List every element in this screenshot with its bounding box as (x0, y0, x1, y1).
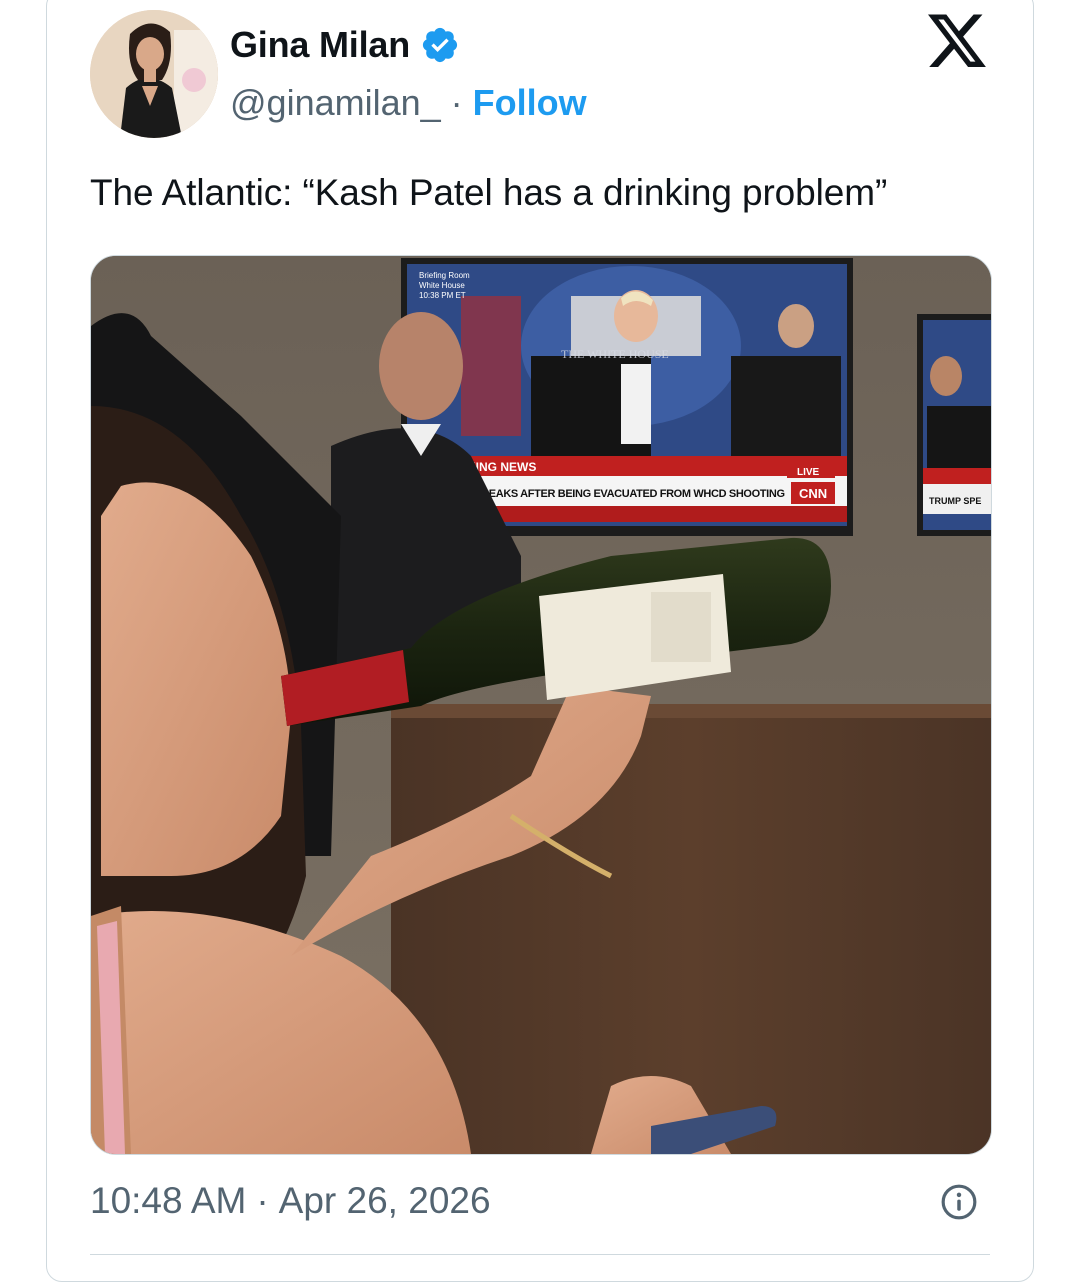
tv-corner-line-3: 10:38 PM ET (419, 291, 466, 300)
author-name-row: Gina Milan (230, 24, 460, 66)
tv2-headline: TRUMP SPE (929, 496, 981, 506)
tweet-photo[interactable]: BREAKING NEWS TRUMP SPEAKS AFTER BEING E… (90, 255, 992, 1155)
tv-live-badge: LIVE (797, 467, 820, 478)
tv-corner-line-2: White House (419, 281, 465, 290)
tv-network-logo: CNN (799, 486, 827, 501)
author-display-name[interactable]: Gina Milan (230, 24, 410, 66)
info-icon[interactable] (940, 1183, 978, 1221)
tweet-timestamp[interactable]: 10:48 AM · Apr 26, 2026 (90, 1180, 491, 1222)
separator-dot: · (256, 1180, 269, 1221)
author-handle-row: @ginamilan_ · Follow (230, 82, 587, 124)
verified-badge-icon (422, 27, 458, 63)
tweet-time: 10:48 AM (90, 1180, 247, 1221)
divider (90, 1254, 990, 1255)
tv-corner-line-1: Briefing Room (419, 271, 470, 280)
avatar[interactable] (90, 10, 218, 138)
tv-screen-secondary: TRUMP SPE (917, 314, 991, 536)
follow-button[interactable]: Follow (473, 82, 587, 124)
separator-dot: · (450, 82, 463, 123)
tweet-date: Apr 26, 2026 (278, 1180, 491, 1221)
tweet-text: The Atlantic: “Kash Patel has a drinking… (90, 172, 888, 213)
tv-podium-text: THE WHITE HOUSE (561, 347, 669, 361)
x-logo-icon[interactable] (928, 14, 988, 70)
author-handle[interactable]: @ginamilan_ (230, 82, 441, 124)
